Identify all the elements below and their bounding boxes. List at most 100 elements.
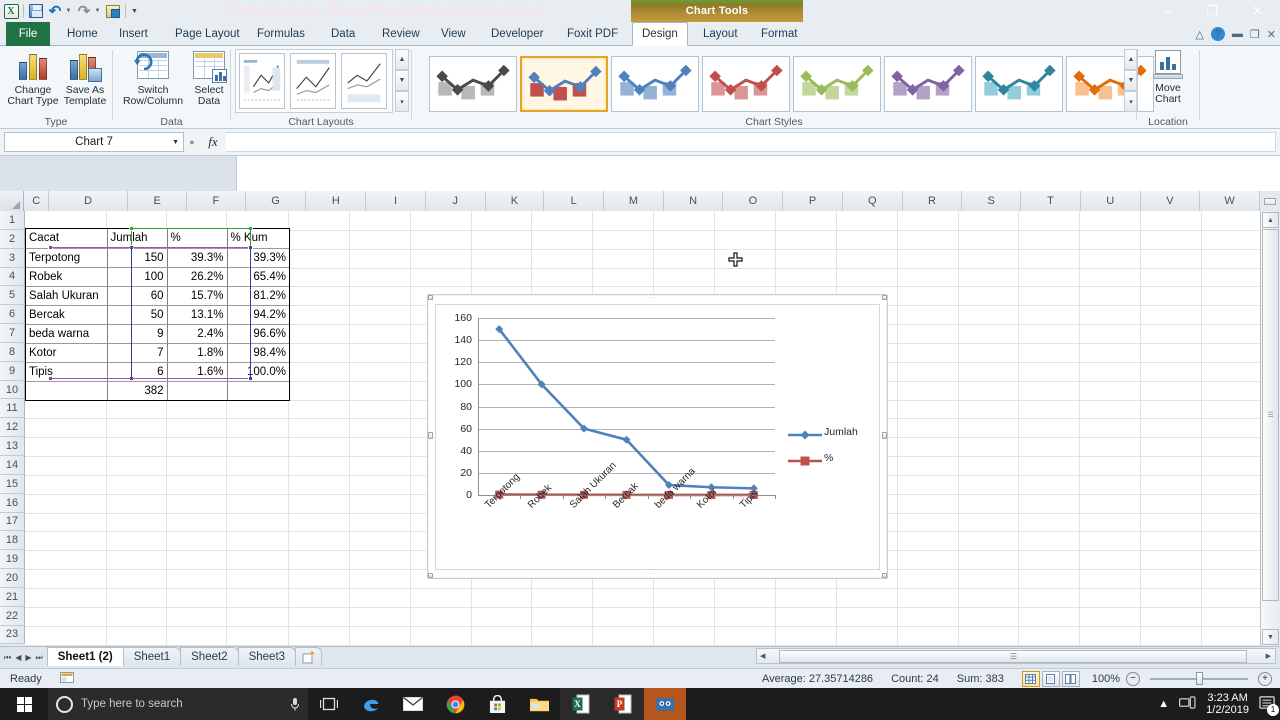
action-center-icon[interactable]: 1 — [1259, 695, 1279, 716]
insert-worksheet-icon[interactable] — [295, 647, 323, 666]
name-box-dropdown-icon[interactable]: ▼ — [172, 139, 179, 146]
row-header-12[interactable]: 12 — [0, 418, 25, 438]
formula-bar-expand-icon[interactable]: ● — [184, 132, 200, 152]
table-header-3[interactable]: % Kum — [227, 229, 289, 249]
scroll-down-icon[interactable]: ▼ — [1262, 629, 1279, 645]
column-header-K[interactable]: K — [485, 191, 545, 211]
column-header-P[interactable]: P — [783, 191, 843, 211]
record-macro-icon[interactable] — [59, 671, 74, 687]
chart-object[interactable]: ···· ···· 0 20 40 60 80 100 120 140 160 Terpoton… — [427, 294, 888, 579]
ribbon-help-controls[interactable]: △ ? ▬ ❐ ✕ — [1195, 23, 1276, 45]
chart-layouts-gallery[interactable] — [235, 49, 393, 113]
table-cell-5-1[interactable]: 7 — [107, 343, 168, 363]
column-header-H[interactable]: H — [306, 191, 367, 211]
column-header-O[interactable]: O — [723, 191, 784, 211]
chart-handle-left[interactable] — [428, 432, 433, 439]
tab-view[interactable]: View — [432, 22, 475, 46]
row-header-20[interactable]: 20 — [0, 569, 25, 588]
network-icon[interactable] — [1179, 696, 1196, 712]
chart-handle-bl[interactable] — [428, 573, 433, 578]
column-header-I[interactable]: I — [366, 191, 426, 211]
print-preview-icon[interactable] — [104, 2, 122, 20]
task-view-icon[interactable] — [308, 688, 350, 720]
row-header-8[interactable]: 8 — [0, 342, 25, 362]
gallery-scroll-up-icon[interactable]: ▲ — [395, 49, 409, 70]
table-header-2[interactable]: % — [167, 229, 228, 249]
selection-handle-5[interactable] — [48, 245, 53, 250]
selection-handle-8[interactable] — [248, 376, 253, 381]
mail-icon[interactable] — [392, 688, 434, 720]
hscroll-left-icon[interactable]: ◀ — [760, 652, 765, 660]
tab-file[interactable]: File — [6, 22, 50, 46]
edge-icon[interactable] — [350, 688, 392, 720]
selection-handle-2[interactable] — [248, 226, 253, 231]
column-header-Q[interactable]: Q — [842, 191, 903, 211]
selection-handle-3[interactable] — [129, 245, 134, 250]
table-cell-5-2[interactable]: 1.8% — [167, 343, 228, 363]
chart-plot-container[interactable]: 0 20 40 60 80 100 120 140 160 Terpotong Robek Sala… — [435, 304, 880, 570]
row-header-19[interactable]: 19 — [0, 550, 25, 570]
table-cell-5-0[interactable]: Kotor — [26, 343, 108, 363]
nav-last-icon[interactable]: ⏭ — [36, 653, 43, 663]
microphone-icon[interactable] — [290, 697, 300, 712]
column-header-U[interactable]: U — [1080, 191, 1141, 211]
table-cell-0-1[interactable]: 150 — [107, 248, 168, 268]
table-cell-2-0[interactable]: Salah Ukuran — [26, 286, 108, 306]
column-header-T[interactable]: T — [1021, 191, 1081, 211]
row-header-9[interactable]: 9 — [0, 361, 25, 381]
tab-review[interactable]: Review — [373, 22, 429, 46]
column-header-M[interactable]: M — [604, 191, 664, 211]
chart-handle-br[interactable] — [882, 573, 887, 578]
selection-handle-7[interactable] — [129, 376, 134, 381]
table-total-cell-2[interactable] — [167, 381, 228, 400]
selection-handle-1[interactable] — [129, 226, 134, 231]
vertical-scroll-thumb[interactable]: ☰ — [1262, 229, 1279, 601]
table-cell-2-1[interactable]: 60 — [107, 286, 168, 306]
chart-series-plot[interactable] — [478, 318, 772, 508]
nav-prev-icon[interactable]: ◀ — [15, 653, 21, 662]
column-header-R[interactable]: R — [902, 191, 963, 211]
column-headers[interactable]: CDEFGHIJKLMNOPQRSTUVW — [0, 191, 1260, 211]
row-header-23[interactable]: 23 — [0, 625, 25, 645]
horizontal-scroll-thumb[interactable]: ☰ — [779, 650, 1247, 663]
tab-foxit-pdf[interactable]: Foxit PDF — [558, 22, 627, 46]
select-data-button[interactable]: Select Data — [185, 50, 233, 107]
row-header-13[interactable]: 13 — [0, 437, 25, 456]
sheet-tab-sheet3[interactable]: Sheet3 — [237, 647, 297, 666]
gallery-expand-icon[interactable]: ▾ — [395, 91, 409, 112]
redo-icon[interactable]: ↷ — [75, 2, 93, 20]
scroll-up-icon[interactable]: ▲ — [1262, 212, 1279, 228]
table-cell-1-0[interactable]: Robek — [26, 267, 108, 287]
minimize-window-icon[interactable]: ❐ — [1250, 28, 1260, 41]
chart-layout-option-2[interactable] — [290, 53, 336, 109]
tab-insert[interactable]: Insert — [110, 22, 157, 46]
table-cell-1-3[interactable]: 65.4% — [227, 267, 289, 287]
column-header-L[interactable]: L — [544, 191, 605, 211]
tab-format[interactable]: Format — [752, 22, 806, 46]
column-header-W[interactable]: W — [1200, 191, 1260, 211]
chart-layout-option-3[interactable] — [341, 53, 387, 109]
table-header-0[interactable]: Cacat — [26, 229, 108, 249]
row-header-2[interactable]: 2 — [0, 229, 25, 249]
table-cell-3-0[interactable]: Bercak — [26, 305, 108, 325]
sheet-tab-sheet1-2[interactable]: Sheet1 (2) — [46, 647, 124, 666]
excel-app-icon[interactable]: X — [2, 2, 20, 20]
hscroll-right-icon[interactable]: ▶ — [1266, 652, 1271, 660]
column-header-C[interactable]: C — [24, 191, 49, 211]
table-total-cell-0[interactable] — [26, 381, 108, 400]
undo-dropdown-icon[interactable]: ▼ — [65, 2, 74, 20]
table-row[interactable]: Bercak 50 13.1% 94.2% — [26, 305, 289, 325]
selection-handle-4[interactable] — [248, 245, 253, 250]
close-window-icon[interactable]: ✕ — [1267, 28, 1276, 41]
row-header-1[interactable]: 1 — [0, 211, 25, 230]
table-cell-3-2[interactable]: 13.1% — [167, 305, 228, 325]
help-icon[interactable]: ? — [1210, 27, 1225, 41]
table-header-1[interactable]: Jumlah — [107, 229, 168, 249]
table-cell-1-2[interactable]: 26.2% — [167, 267, 228, 287]
table-cell-2-3[interactable]: 81.2% — [227, 286, 289, 306]
tab-layout[interactable]: Layout — [694, 22, 747, 46]
search-box[interactable]: Type here to search — [48, 688, 308, 720]
table-total-cell-1[interactable]: 382 — [107, 381, 168, 400]
tab-home[interactable]: Home — [58, 22, 107, 46]
table-total-cell-3[interactable] — [227, 381, 289, 400]
